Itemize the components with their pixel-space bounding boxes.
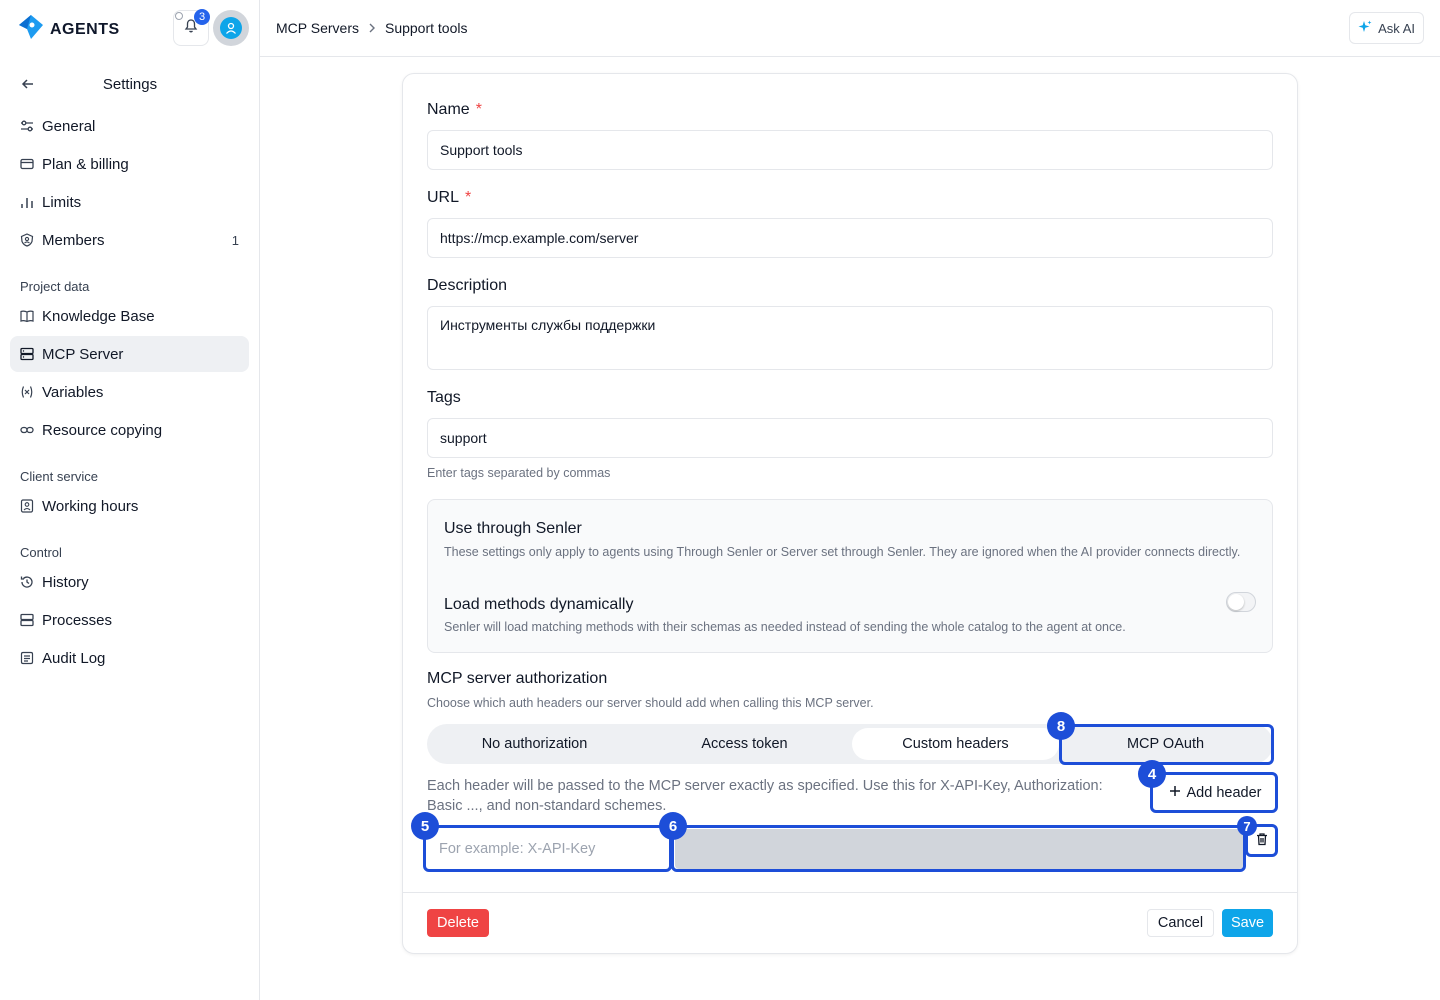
members-count: 1 [231,232,239,248]
sidebar-item-history[interactable]: History [10,564,249,600]
required-mark: * [465,189,472,206]
description-label: Description [427,277,508,294]
highlight-header-value [671,825,1246,872]
marker-4: 4 [1138,760,1166,788]
sidebar-item-audit-log[interactable]: Audit Log [10,640,249,676]
chevron-right-icon [367,20,377,36]
topbar: MCP Servers Support tools Ask AI [260,0,1440,57]
marker-7: 7 [1237,816,1257,836]
group-label-project-data: Project data [20,279,90,294]
sidebar-item-label: Audit Log [42,649,106,667]
user-menu-button[interactable] [213,10,249,46]
loading-spinner-icon [175,12,183,20]
auth-description: Choose which auth headers our server sho… [427,696,874,710]
server-icon [20,347,34,361]
breadcrumb: MCP Servers Support tools [276,20,467,36]
sparkle-icon [1358,20,1372,37]
ask-ai-label: Ask AI [1378,20,1415,36]
name-input[interactable]: Support tools [427,130,1273,170]
description-textarea[interactable]: Инструменты службы поддержки [427,306,1273,370]
senler-description: These settings only apply to agents usin… [444,545,1241,559]
settings-header: Settings [0,72,260,98]
url-input[interactable]: https://mcp.example.com/server [427,218,1273,258]
group-label-control: Control [20,545,62,560]
load-dynamic-toggle[interactable] [1226,592,1256,612]
server-icon [20,613,34,627]
auth-option-custom-headers[interactable]: Custom headers [852,728,1059,760]
sidebar-item-variables[interactable]: Variables [10,374,249,410]
name-label: Name * [427,101,482,118]
sidebar-item-label: Resource copying [42,421,163,439]
sliders-icon [20,119,34,133]
clock-user-icon [20,499,34,513]
senler-settings: Use through Senler These settings only a… [427,499,1273,653]
sidebar-item-resource-copying[interactable]: Resource copying [10,412,249,448]
logo-text: AGENTS [50,20,120,38]
footer-divider [403,892,1297,893]
sidebar-header: AGENTS 3 [0,0,260,56]
marker-6: 6 [659,812,687,840]
required-mark: * [475,101,482,118]
group-label-client-service: Client service [20,469,99,484]
mcp-server-form: Name * Support tools URL * https://mcp.exa… [402,73,1298,954]
sidebar-item-label: Knowledge Base [42,307,155,325]
sidebar-item-label: MCP Server [42,345,124,363]
link-icon [20,423,34,437]
sidebar-item-label: Processes [42,611,113,629]
logo[interactable]: AGENTS [18,14,120,45]
sidebar-item-plan-billing[interactable]: Plan & billing [10,146,249,182]
headers-description: Each header will be passed to the MCP se… [427,778,1103,814]
auth-option-access-token[interactable]: Access token [641,728,848,760]
highlight-add-header [1150,772,1278,813]
url-label: URL * [427,189,472,206]
book-icon [20,309,34,323]
sidebar-item-label: Members [42,231,105,249]
toggle-knob [1228,594,1244,610]
bar-chart-icon [20,195,34,209]
senler-title: Use through Senler [444,520,582,537]
sidebar-item-general[interactable]: General [10,108,249,144]
cancel-button[interactable]: Cancel [1147,909,1214,937]
tags-input[interactable]: support [427,418,1273,458]
breadcrumb-mcp-servers[interactable]: MCP Servers [276,20,359,36]
ask-ai-button[interactable]: Ask AI [1349,12,1424,44]
sidebar-item-members[interactable]: Members 1 [10,222,249,258]
user-icon [226,22,236,34]
sidebar-item-label: Limits [42,193,82,211]
auth-option-none[interactable]: No authorization [431,728,638,760]
sidebar-item-limits[interactable]: Limits [10,184,249,220]
tags-label: Tags [427,389,461,406]
logo-icon [18,14,44,45]
highlight-mcp-oauth [1059,724,1274,765]
sidebar-item-label: History [42,573,89,591]
settings-title: Settings [102,76,158,93]
shield-user-icon [20,233,34,247]
sidebar-item-label: Plan & billing [42,155,129,173]
auth-title: MCP server authorization [427,670,608,687]
variable-icon [20,385,34,399]
load-dynamic-title: Load methods dynamically [444,596,634,613]
delete-button[interactable]: Delete [427,909,489,937]
save-button[interactable]: Save [1222,909,1273,937]
sidebar-item-label: Working hours [42,497,139,515]
sidebar-item-mcp-server[interactable]: MCP Server [10,336,249,372]
highlight-header-key [423,825,672,872]
sidebar-item-working-hours[interactable]: Working hours [10,488,249,524]
sidebar-item-processes[interactable]: Processes [10,602,249,638]
sidebar-item-label: General [42,117,96,135]
breadcrumb-current: Support tools [384,20,468,36]
notification-badge: 3 [194,9,210,25]
credit-card-icon [20,157,34,171]
avatar [220,17,242,39]
marker-8: 8 [1047,712,1075,740]
sidebar-item-knowledge-base[interactable]: Knowledge Base [10,298,249,334]
marker-5: 5 [411,812,439,840]
history-icon [20,575,34,589]
sidebar: AGENTS 3 Settings General Plan & billing… [0,0,260,1000]
tags-hint: Enter tags separated by commas [427,466,611,480]
load-dynamic-description: Senler will load matching methods with t… [444,620,1126,634]
scroll-icon [20,651,34,665]
sidebar-item-label: Variables [42,383,104,401]
